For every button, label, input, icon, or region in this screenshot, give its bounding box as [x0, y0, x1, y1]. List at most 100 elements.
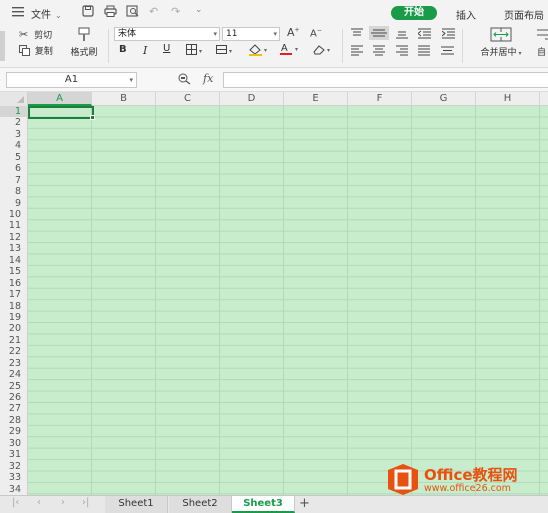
row-header-6[interactable]: 6 — [0, 163, 28, 174]
align-center-icon[interactable] — [373, 45, 385, 59]
merge-center-button[interactable]: 合并居中 ▾ — [472, 27, 530, 58]
redo-icon[interactable]: ↷ — [171, 5, 180, 18]
row-header-32[interactable]: 32 — [0, 461, 28, 472]
ribbon-collapse-handle[interactable] — [0, 31, 5, 61]
row-header-21[interactable]: 21 — [0, 335, 28, 346]
row-header-16[interactable]: 16 — [0, 278, 28, 289]
spreadsheet-grid: ABCDEFGH 1 2 3 4 5 6 7 8 9 10 11 12 13 14 15 16 17 18 19 20… — [0, 92, 548, 495]
select-all-corner[interactable] — [0, 92, 28, 106]
tab-home[interactable]: 开始 — [391, 6, 437, 20]
align-left-icon[interactable] — [351, 45, 363, 59]
tab-page-layout[interactable]: 页面布局 — [504, 7, 544, 22]
row-header-17[interactable]: 17 — [0, 289, 28, 300]
last-sheet-icon[interactable]: ›| — [82, 497, 89, 508]
format-painter-button[interactable]: 格式刷 — [66, 27, 102, 63]
sheet-tab-sheet1[interactable]: Sheet1 — [105, 496, 168, 513]
column-header-g[interactable]: G — [412, 92, 476, 106]
font-size-select[interactable]: 11 ▾ — [222, 27, 280, 41]
add-sheet-icon[interactable]: + — [299, 496, 310, 511]
svg-text:▾: ▾ — [327, 47, 330, 54]
column-header-a[interactable]: A — [28, 92, 92, 106]
prev-sheet-icon[interactable]: ‹ — [37, 497, 41, 508]
align-right-icon[interactable] — [396, 45, 408, 59]
selected-cell-outline[interactable] — [28, 106, 94, 119]
row-header-13[interactable]: 13 — [0, 243, 28, 254]
column-header-f[interactable]: F — [348, 92, 412, 106]
row-header-23[interactable]: 23 — [0, 358, 28, 369]
row-header-11[interactable]: 11 — [0, 220, 28, 231]
font-name-select[interactable]: 宋体 ▾ — [114, 27, 220, 41]
row-header-3[interactable]: 3 — [0, 129, 28, 140]
row-header-26[interactable]: 26 — [0, 392, 28, 403]
name-box[interactable]: A1 ▾ — [6, 72, 137, 88]
align-bottom-icon[interactable] — [396, 28, 408, 42]
justify-icon[interactable] — [418, 45, 430, 59]
row-header-14[interactable]: 14 — [0, 255, 28, 266]
row-header-27[interactable]: 27 — [0, 403, 28, 414]
align-middle-icon[interactable] — [369, 26, 389, 40]
row-header-18[interactable]: 18 — [0, 301, 28, 312]
increase-indent-icon[interactable] — [441, 28, 455, 42]
distributed-align-icon[interactable] — [441, 45, 454, 59]
hamburger-menu-icon[interactable] — [12, 6, 24, 17]
row-header-30[interactable]: 30 — [0, 438, 28, 449]
print-icon[interactable] — [104, 5, 117, 20]
row-header-29[interactable]: 29 — [0, 426, 28, 437]
column-header-c[interactable]: C — [156, 92, 220, 106]
tab-insert[interactable]: 插入 — [456, 7, 476, 22]
row-header-31[interactable]: 31 — [0, 449, 28, 460]
column-header-d[interactable]: D — [220, 92, 284, 106]
row-header-2[interactable]: 2 — [0, 117, 28, 128]
bold-icon[interactable]: B — [119, 44, 127, 55]
fx-icon[interactable]: fx — [203, 72, 213, 85]
save-icon[interactable] — [82, 5, 94, 20]
row-header-4[interactable]: 4 — [0, 140, 28, 151]
row-header-22[interactable]: 22 — [0, 346, 28, 357]
fill-color-icon[interactable]: ▾ — [248, 43, 270, 59]
row-header-10[interactable]: 10 — [0, 209, 28, 220]
row-header-9[interactable]: 9 — [0, 198, 28, 209]
underline-icon[interactable]: U — [163, 43, 170, 54]
first-sheet-icon[interactable]: |‹ — [12, 497, 19, 508]
zoom-lookup-icon[interactable] — [178, 73, 192, 88]
row-header-5[interactable]: 5 — [0, 152, 28, 163]
increase-font-size-icon[interactable]: A+ — [287, 26, 300, 39]
next-sheet-icon[interactable]: › — [61, 497, 65, 508]
formula-input[interactable] — [223, 72, 548, 88]
copy-button[interactable]: 复制 — [19, 44, 53, 59]
border-icon[interactable]: ▾ — [186, 44, 204, 58]
column-header-e[interactable]: E — [284, 92, 348, 106]
menu-bar: 文件 ⌄ ↶ ↷ ⌄ 开始 插入 页面布局 — [0, 0, 548, 25]
row-header-20[interactable]: 20 — [0, 323, 28, 334]
cut-button[interactable]: ✂ 剪切 — [19, 28, 52, 41]
cell-style-icon[interactable]: ▾ — [216, 44, 234, 58]
sheet-tab-sheet2[interactable]: Sheet2 — [169, 496, 232, 513]
auto-wrap-button[interactable]: 自 — [537, 27, 548, 58]
row-header-28[interactable]: 28 — [0, 415, 28, 426]
row-header-7[interactable]: 7 — [0, 175, 28, 186]
font-color-icon[interactable]: A ▾ — [280, 42, 302, 58]
row-header-8[interactable]: 8 — [0, 186, 28, 197]
align-top-icon[interactable] — [351, 28, 363, 42]
undo-icon[interactable]: ↶ — [149, 5, 158, 18]
print-preview-icon[interactable] — [126, 5, 139, 20]
column-header-b[interactable]: B — [92, 92, 156, 106]
row-header-12[interactable]: 12 — [0, 232, 28, 243]
row-header-34[interactable]: 34 — [0, 484, 28, 495]
sheet-tab-sheet3[interactable]: Sheet3 — [232, 496, 295, 513]
row-header-1[interactable]: 1 — [0, 106, 28, 118]
decrease-font-size-icon[interactable]: A− — [310, 27, 322, 39]
clear-format-icon[interactable]: ▾ — [311, 43, 335, 58]
row-header-33[interactable]: 33 — [0, 472, 28, 483]
row-header-24[interactable]: 24 — [0, 369, 28, 380]
row-header-19[interactable]: 19 — [0, 312, 28, 323]
cell-area[interactable] — [28, 106, 548, 495]
file-menu[interactable]: 文件 ⌄ — [31, 6, 62, 21]
decrease-indent-icon[interactable] — [417, 28, 431, 42]
italic-icon[interactable]: I — [143, 44, 147, 57]
fill-handle[interactable] — [90, 115, 95, 120]
quick-access-dropdown-icon[interactable]: ⌄ — [195, 5, 203, 15]
column-header-h[interactable]: H — [476, 92, 540, 106]
row-header-25[interactable]: 25 — [0, 381, 28, 392]
row-header-15[interactable]: 15 — [0, 266, 28, 277]
